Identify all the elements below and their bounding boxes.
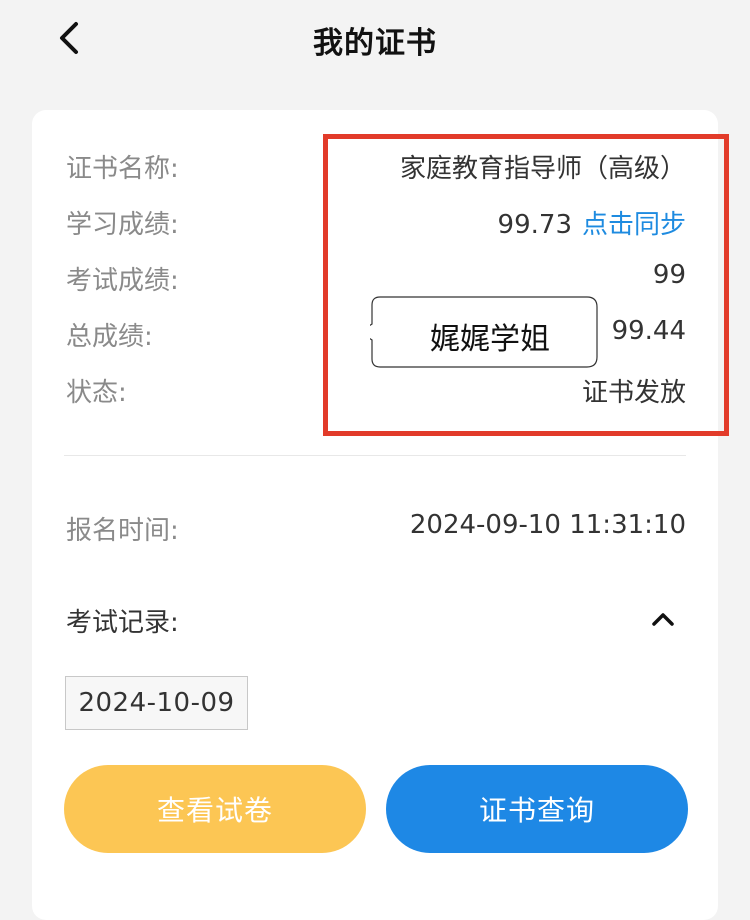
total-score-value: 99.44 <box>611 316 686 346</box>
watermark-text: 娓娓学姐 <box>430 322 550 357</box>
collapse-records-button[interactable] <box>648 604 678 634</box>
certificate-query-button[interactable]: 证书查询 <box>386 765 688 853</box>
chevron-up-icon <box>652 613 674 626</box>
study-score-label: 学习成绩: <box>66 210 179 240</box>
study-score-row: 99.73 点击同步 <box>498 204 686 241</box>
status-label: 状态: <box>66 378 127 408</box>
page-title: 我的证书 <box>313 26 437 61</box>
study-score-value: 99.73 <box>497 210 572 240</box>
view-paper-button[interactable]: 查看试卷 <box>64 765 366 853</box>
exam-record-date[interactable]: 2024-10-09 <box>65 676 248 730</box>
certificate-name-value: 家庭教育指导师（高级） <box>399 154 686 184</box>
exam-score-value: 99 <box>652 260 686 290</box>
exam-score-label: 考试成绩: <box>66 266 179 296</box>
status-value: 证书发放 <box>581 378 686 408</box>
registration-time-label: 报名时间: <box>66 516 179 546</box>
registration-time-value: 2024-09-10 11:31:10 <box>409 510 686 540</box>
total-score-label: 总成绩: <box>66 322 153 352</box>
exam-record-label: 考试记录: <box>66 608 179 638</box>
certificate-name-label: 证书名称: <box>66 154 179 184</box>
sync-link[interactable]: 点击同步 <box>582 210 686 240</box>
divider <box>64 455 686 456</box>
top-bar: 我的证书 <box>0 0 750 80</box>
watermark-bubble: 娓娓学姐 <box>370 296 598 368</box>
certificate-card: 证书名称: 家庭教育指导师（高级） 学习成绩: 99.73 点击同步 考试成绩: … <box>32 110 718 920</box>
